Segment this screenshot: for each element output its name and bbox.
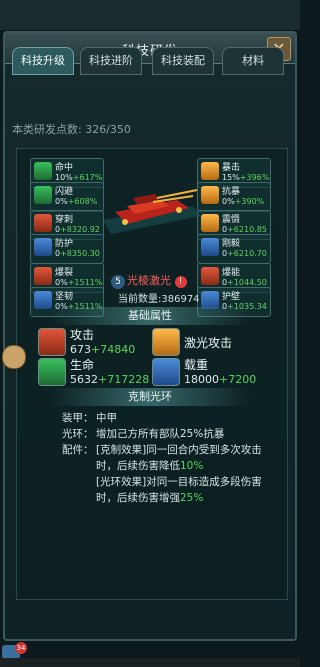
basic-attributes-header: 基础属性 — [50, 307, 250, 325]
attack-icon — [38, 328, 66, 356]
attr-name: 载重 — [184, 358, 209, 372]
crit-icon — [201, 162, 219, 180]
hit-icon — [34, 162, 52, 180]
stat-bonus: +608% — [67, 197, 98, 206]
attr-value: 673 — [70, 343, 91, 356]
unit-count-label: 当前数量: — [118, 294, 162, 305]
chat-bar[interactable] — [0, 658, 300, 667]
unit-count: 当前数量:386974 — [118, 290, 200, 305]
stat-bonus: +8350.30 — [60, 249, 100, 258]
stat-name: 抗暴 — [222, 187, 241, 197]
dodge-icon — [34, 186, 52, 204]
deter-icon — [201, 214, 219, 232]
stat-anticrit[interactable]: 抗暴 0%+390% — [197, 182, 271, 212]
tank-image — [97, 176, 203, 246]
stat-name: 闪避 — [55, 187, 74, 197]
aura-line4: 时，后续伤害增强25% — [96, 490, 203, 505]
energy-icon — [201, 267, 219, 285]
alert-icon[interactable]: ! — [174, 276, 187, 288]
equip-line4-value: 25% — [180, 492, 204, 504]
stat-bonus: +390% — [234, 197, 265, 206]
stat-bonus: +6210.85 — [227, 225, 267, 234]
attr-value: 5632 — [70, 373, 98, 386]
attr-value: 18000 — [184, 373, 219, 386]
attr-load: 载重 18000+7200 — [152, 356, 272, 392]
research-points-label: 本类研发点数: — [12, 123, 82, 136]
stat-value: 0% — [55, 278, 68, 287]
stat-protect[interactable]: 防护 0+8350.30 — [30, 234, 104, 264]
unit-name: 光棱激光 — [127, 274, 171, 287]
stat-bonus: +8320.92 — [60, 225, 100, 234]
stat-name: 防护 — [55, 239, 74, 249]
aura-value: 增加己方所有部队25%抗暴 — [96, 428, 225, 440]
stat-name: 震慑 — [222, 215, 241, 225]
attr-bonus: +7200 — [219, 373, 257, 386]
equip-line4-text: 时，后续伤害增强 — [96, 492, 180, 504]
counter-aura-header: 克制光环 — [50, 388, 250, 406]
stat-value: 15% — [222, 173, 240, 182]
pierce-icon — [34, 214, 52, 232]
attack-type-name: 激光攻击 — [184, 336, 233, 350]
burst-icon — [34, 267, 52, 285]
stat-name: 穿刺 — [55, 215, 74, 225]
equip-line3: [光环效果]对同一目标造成多段伤害 — [96, 476, 262, 488]
stat-name: 护壁 — [222, 292, 241, 302]
top-strip — [0, 0, 300, 30]
stat-value: 10% — [55, 173, 73, 182]
attr-name: 攻击 — [70, 328, 95, 342]
armor-label: 装甲： — [62, 412, 94, 424]
aura-equip-row: 配件： [克制效果]同一回合内受到多次攻击 — [62, 442, 262, 457]
research-points: 本类研发点数: 326/350 — [12, 121, 131, 137]
stat-name: 命中 — [55, 163, 74, 173]
stat-name: 爆能 — [222, 268, 241, 278]
equip-line2-text: 时，后续伤害降低 — [96, 460, 180, 472]
attr-bonus: +717228 — [98, 373, 150, 386]
equip-line1: [克制效果]同一回合内受到多次攻击 — [96, 444, 262, 456]
side-avatar[interactable] — [2, 345, 26, 369]
armor-value: 中甲 — [96, 412, 117, 424]
stat-bonus: +1044.50 — [227, 278, 267, 287]
stat-dodge[interactable]: 闪避 0%+608% — [30, 182, 104, 212]
stat-bonus: +396% — [239, 173, 270, 182]
equip-line2-value: 10% — [180, 460, 204, 472]
stat-name: 暴击 — [222, 163, 241, 173]
aura-line3: [光环效果]对同一目标造成多段伤害 — [96, 474, 262, 489]
aura-label: 光环： — [62, 428, 94, 440]
stat-name: 爆裂 — [55, 268, 74, 278]
stat-name: 坚韧 — [55, 292, 74, 302]
attr-bonus: +74840 — [91, 343, 136, 356]
tab-bar: 科技升级 科技进阶 科技装配 材料 — [12, 47, 288, 75]
stat-value: 0% — [55, 197, 68, 206]
load-icon — [152, 358, 180, 386]
unit-level: 5 — [111, 275, 125, 289]
tab-tech-upgrade[interactable]: 科技升级 — [12, 47, 74, 75]
tab-tech-advance[interactable]: 科技进阶 — [80, 47, 142, 75]
stat-resolve[interactable]: 刚毅 0+6210.70 — [197, 234, 271, 264]
anticrit-icon — [201, 186, 219, 204]
protect-icon — [34, 238, 52, 256]
attr-hp: 生命 5632+717228 — [38, 356, 158, 392]
aura-row: 光环： 增加己方所有部队25%抗暴 — [62, 426, 224, 441]
stat-bonus: +6210.70 — [227, 249, 267, 258]
aura-armor-row: 装甲： 中甲 — [62, 410, 117, 425]
research-points-value: 326/350 — [85, 123, 131, 136]
resolve-icon — [201, 238, 219, 256]
tab-tech-assembly[interactable]: 科技装配 — [152, 47, 214, 75]
tab-materials[interactable]: 材料 — [222, 47, 284, 75]
chat-badge: 34 — [15, 642, 27, 654]
hp-icon — [38, 358, 66, 386]
unit-name-badge: 5 光棱激光 ! — [111, 272, 187, 289]
laser-attack-icon — [152, 328, 180, 356]
attr-name: 生命 — [70, 358, 95, 372]
stat-name: 刚毅 — [222, 239, 241, 249]
unit-count-value: 386974 — [161, 294, 200, 305]
aura-line2: 时，后续伤害降低10% — [96, 458, 203, 473]
stat-bonus: +1511% — [67, 278, 103, 287]
stat-value: 0% — [222, 197, 235, 206]
equip-label: 配件： — [62, 444, 94, 456]
